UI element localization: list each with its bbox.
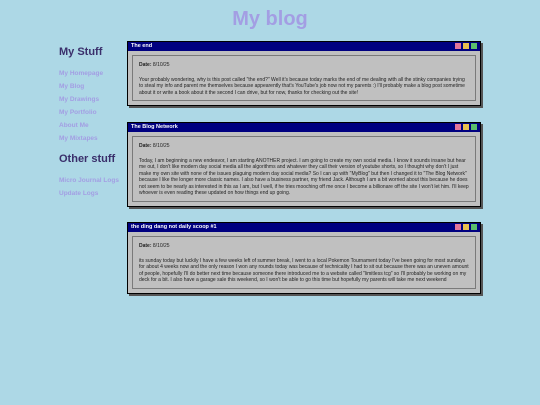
close-icon[interactable] — [455, 124, 461, 130]
close-icon[interactable] — [455, 224, 461, 230]
post-body: Date: 8/10/25 its sunday today but lucki… — [132, 236, 476, 289]
post-title: The end — [131, 43, 153, 49]
post-date: Date: 8/10/25 — [139, 243, 469, 250]
post-title-bar[interactable]: The end — [128, 42, 480, 51]
blog-post-window: The Blog Network Date: 8/10/25 Today, I … — [127, 122, 481, 207]
blog-post-window: The end Date: 8/10/25 Your probably wond… — [127, 41, 481, 106]
minimize-icon[interactable] — [463, 224, 469, 230]
sidebar-link-micro-journal[interactable]: Micro Journal Logs — [59, 177, 119, 185]
sidebar-heading-other-stuff: Other stuff — [59, 153, 116, 165]
post-date: Date: 8/10/25 — [139, 143, 469, 150]
maximize-icon[interactable] — [471, 124, 477, 130]
post-text: Your probably wondering, why is this pos… — [139, 76, 465, 96]
post-date-value: 8/10/25 — [152, 243, 170, 249]
sidebar-link-portfolio[interactable]: My Portfolio — [59, 109, 119, 117]
sidebar-link-blog[interactable]: My Blog — [59, 83, 119, 91]
sidebar: My Stuff My Homepage My Blog My Drawings… — [59, 46, 119, 203]
post-text: its sunday today but luckily I have a fe… — [139, 257, 469, 284]
post-title-bar[interactable]: the ding dang not daily scoop #1 — [128, 223, 480, 232]
sidebar-link-mixtapes[interactable]: My Mixtapes — [59, 135, 119, 143]
window-controls — [455, 224, 477, 230]
maximize-icon[interactable] — [471, 43, 477, 49]
sidebar-link-update-logs[interactable]: Update Logs — [59, 190, 119, 198]
post-date-label: Date: — [139, 143, 152, 149]
sidebar-link-drawings[interactable]: My Drawings — [59, 96, 119, 104]
window-controls — [455, 43, 477, 49]
site-title: My blog — [232, 8, 308, 30]
post-date-label: Date: — [139, 62, 152, 68]
window-controls — [455, 124, 477, 130]
sidebar-link-about[interactable]: About Me — [59, 122, 119, 130]
post-body: Date: 8/10/25 Today, I am beginning a ne… — [132, 136, 476, 202]
minimize-icon[interactable] — [463, 43, 469, 49]
post-text: Today, I am beginning a new endeavor, I … — [139, 157, 469, 197]
maximize-icon[interactable] — [471, 224, 477, 230]
blog-post-window: the ding dang not daily scoop #1 Date: 8… — [127, 222, 481, 294]
minimize-icon[interactable] — [463, 124, 469, 130]
sidebar-heading-my-stuff: My Stuff — [59, 46, 103, 58]
close-icon[interactable] — [455, 43, 461, 49]
sidebar-link-homepage[interactable]: My Homepage — [59, 70, 119, 78]
post-date-value: 8/10/25 — [152, 143, 170, 149]
post-date-value: 8/10/25 — [152, 62, 170, 68]
post-body: Date: 8/10/25 Your probably wondering, w… — [132, 55, 476, 101]
post-title: the ding dang not daily scoop #1 — [131, 224, 217, 230]
post-date-label: Date: — [139, 243, 152, 249]
post-date: Date: 8/10/25 — [139, 62, 469, 69]
post-title: The Blog Network — [131, 124, 178, 130]
post-title-bar[interactable]: The Blog Network — [128, 123, 480, 132]
